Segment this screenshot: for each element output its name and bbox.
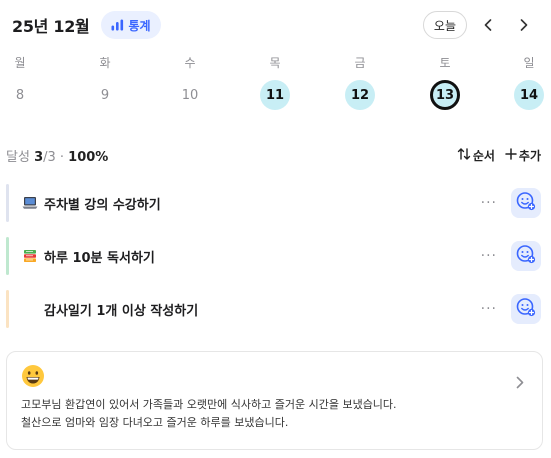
sort-button[interactable]: 순서	[457, 147, 495, 164]
month-title: 25년 12월	[12, 17, 90, 36]
achievement-prefix: 달성	[6, 149, 35, 165]
plus-icon	[505, 147, 517, 163]
add-reaction-button[interactable]	[511, 188, 541, 218]
add-reaction-icon	[516, 244, 536, 268]
more-icon[interactable]: ···	[481, 195, 497, 211]
empty-icon-slot	[22, 301, 38, 317]
chevron-right-icon	[520, 16, 528, 35]
add-reaction-icon	[516, 191, 536, 215]
add-reaction-button[interactable]	[511, 294, 541, 324]
task-label: 감사일기 1개 이상 작성하기	[44, 303, 199, 319]
today-button[interactable]: 오늘	[422, 11, 467, 39]
day-number: 10	[181, 87, 199, 103]
day-name: 금	[354, 56, 366, 70]
stats-label: 통계	[128, 18, 151, 33]
task-color-bar	[6, 290, 9, 328]
progress-row: 달성 3/3 · 100% 순서 추가	[6, 146, 541, 165]
day-wed[interactable]: 수 10	[170, 55, 210, 110]
prev-week-button[interactable]	[473, 10, 503, 40]
diary-line: 고모부님 환갑연이 있어서 가족들과 오랫만에 식사하고 즐거운 시간을 보냈습…	[21, 398, 397, 411]
add-label: 추가	[518, 148, 541, 163]
books-icon	[22, 248, 38, 264]
diary-line: 철산으로 엄마와 임장 다녀오고 즐거운 하루를 보냈습니다.	[21, 416, 289, 429]
day-sun[interactable]: 일 14	[509, 55, 549, 110]
next-week-button[interactable]	[509, 10, 539, 40]
day-name: 토	[439, 56, 451, 70]
day-name: 월	[14, 56, 26, 70]
bar-chart-icon	[111, 19, 124, 31]
day-name: 목	[269, 56, 281, 70]
achievement-summary: 달성 3/3 · 100%	[6, 146, 108, 165]
day-fri[interactable]: 금 12	[340, 55, 380, 110]
task-color-bar	[6, 237, 9, 275]
day-number-selected: 13	[430, 80, 460, 110]
sort-label: 순서	[472, 148, 495, 163]
day-name: 화	[99, 56, 111, 70]
day-sat[interactable]: 토 13	[425, 55, 465, 110]
achievement-done-count: 3	[34, 149, 44, 165]
day-number-achieved: 14	[514, 80, 544, 110]
day-number: 9	[100, 87, 110, 103]
chevron-left-icon	[484, 16, 492, 35]
sort-arrows-icon	[457, 147, 471, 163]
task-label: 하루 10분 독서하기	[44, 250, 155, 266]
diary-text: 고모부님 환갑연이 있어서 가족들과 오랫만에 식사하고 즐거운 시간을 보냈습…	[21, 396, 528, 432]
day-number-achieved: 11	[260, 80, 290, 110]
day-tue[interactable]: 화 9	[85, 55, 125, 110]
task-item[interactable]: 주차별 강의 수강하기 ···	[6, 184, 541, 222]
calendar-header: 25년 12월 통계 오늘	[12, 10, 539, 40]
task-color-bar	[6, 184, 9, 222]
stats-button[interactable]: 통계	[101, 11, 161, 39]
week-strip: 월 8 화 9 수 10 목 11 금 12 토 13 일 14	[0, 55, 551, 115]
grinning-face-icon	[21, 364, 45, 388]
day-name: 일	[523, 56, 535, 70]
diary-card[interactable]: 고모부님 환갑연이 있어서 가족들과 오랫만에 식사하고 즐거운 시간을 보냈습…	[6, 351, 543, 450]
achievement-separator: ·	[55, 149, 69, 165]
task-item[interactable]: 하루 10분 독서하기 ···	[6, 237, 541, 275]
day-mon[interactable]: 월 8	[0, 55, 40, 110]
laptop-icon	[22, 195, 38, 211]
task-label: 주차별 강의 수강하기	[44, 197, 161, 213]
day-thu[interactable]: 목 11	[255, 55, 295, 110]
day-number-achieved: 12	[345, 80, 375, 110]
add-task-button[interactable]: 추가	[505, 147, 541, 164]
add-reaction-icon	[516, 297, 536, 321]
add-reaction-button[interactable]	[511, 241, 541, 271]
day-number: 8	[15, 87, 25, 103]
task-item[interactable]: 감사일기 1개 이상 작성하기 ···	[6, 290, 541, 328]
more-icon[interactable]: ···	[481, 301, 497, 317]
more-icon[interactable]: ···	[481, 248, 497, 264]
chevron-right-icon	[516, 374, 524, 393]
achievement-percent: 100%	[68, 149, 109, 165]
achievement-total: /3	[43, 149, 56, 165]
day-name: 수	[184, 56, 196, 70]
